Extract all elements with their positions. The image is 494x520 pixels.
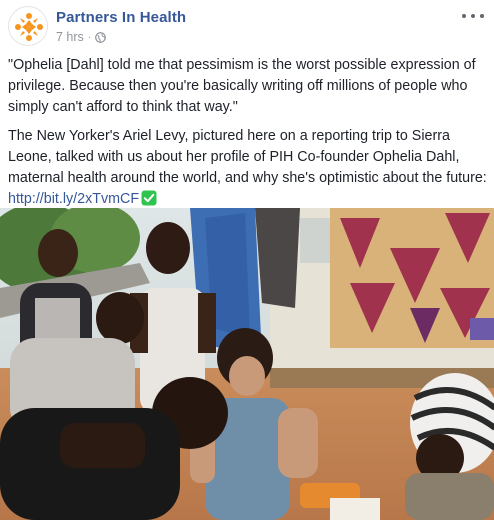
post-link[interactable]: http://bit.ly/2xTvmCF — [8, 191, 139, 207]
post-description: The New Yorker's Ariel Levy, pictured he… — [8, 126, 488, 210]
check-mark-icon — [141, 190, 157, 206]
pih-logo-icon — [10, 8, 47, 45]
reporting-trip-photo — [0, 208, 494, 520]
post-description-text: The New Yorker's Ariel Levy, pictured he… — [8, 128, 487, 186]
post-photo[interactable] — [0, 208, 494, 520]
page-name-link[interactable]: Partners In Health — [56, 9, 186, 26]
post-timestamp[interactable]: 7 hrs — [56, 30, 84, 44]
post-body: "Ophelia [Dahl] told me that pessimism i… — [8, 55, 488, 218]
post-meta: 7 hrs · — [56, 30, 107, 44]
more-options-icon[interactable] — [462, 10, 484, 22]
post-quote: "Ophelia [Dahl] told me that pessimism i… — [8, 57, 476, 115]
globe-icon[interactable] — [95, 31, 107, 43]
meta-separator: · — [87, 31, 92, 43]
page-avatar[interactable] — [8, 6, 48, 46]
facebook-post: Partners In Health 7 hrs · "Ophelia [Dah… — [0, 0, 494, 520]
post-header: Partners In Health 7 hrs · — [8, 6, 486, 48]
